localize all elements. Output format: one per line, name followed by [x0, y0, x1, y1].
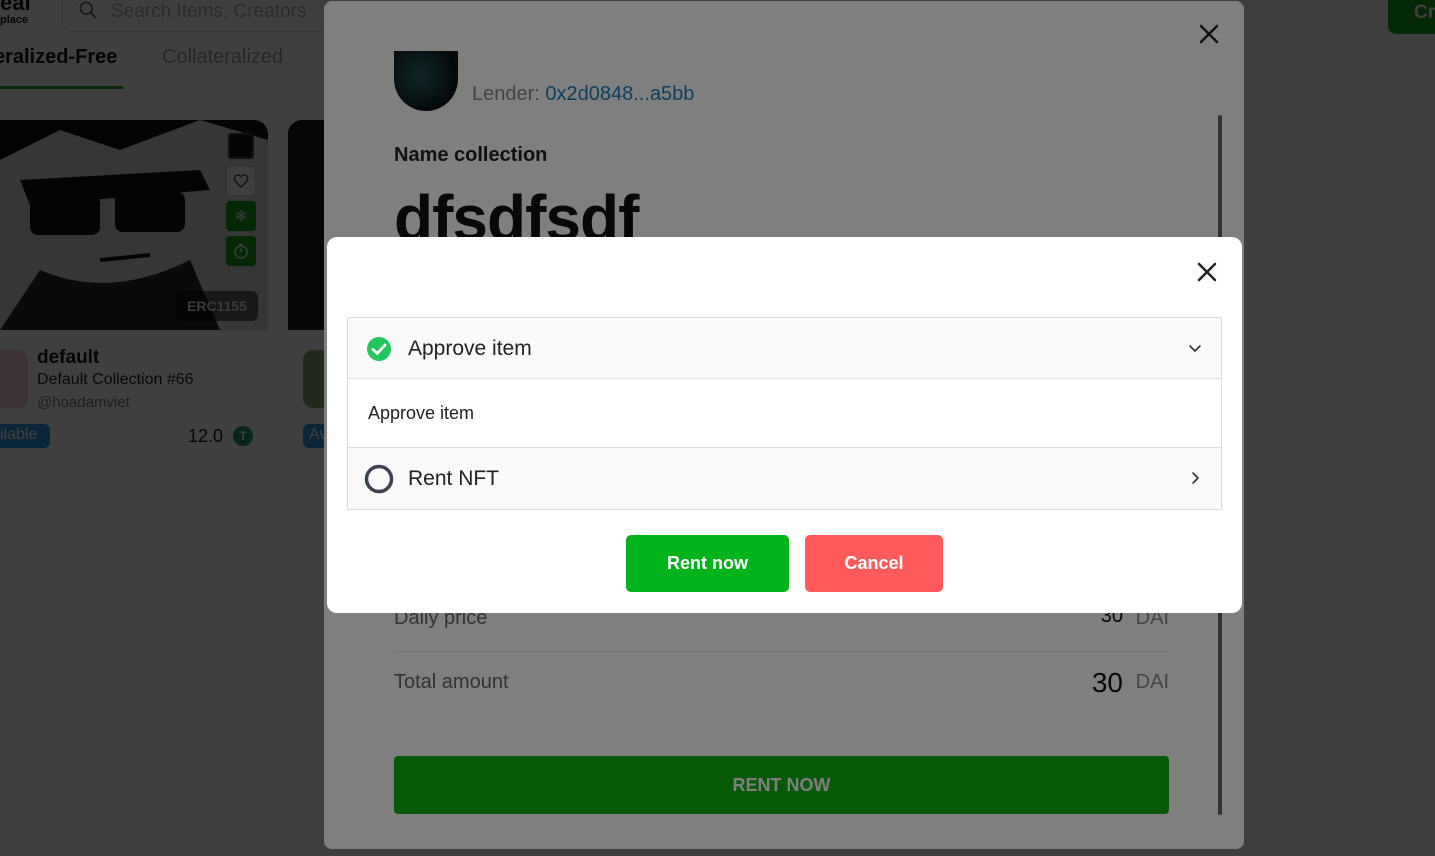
rent-confirm-dialog: Approve item Approve item Rent NFT Rent … — [327, 237, 1242, 613]
steps-accordion: Approve item Approve item Rent NFT — [347, 317, 1222, 510]
step-approve-header[interactable]: Approve item — [348, 318, 1221, 379]
chevron-right-icon — [1192, 472, 1199, 484]
check-circle-icon — [367, 337, 391, 361]
step-approve-body: Approve item — [348, 379, 1221, 448]
cancel-button[interactable]: Cancel — [805, 535, 943, 592]
chevron-down-icon — [1189, 345, 1201, 352]
step-rent-header[interactable]: Rent NFT — [348, 448, 1221, 509]
rent-now-button[interactable]: Rent now — [626, 535, 789, 592]
pending-circle-icon — [364, 464, 394, 494]
close-icon[interactable] — [1196, 261, 1218, 283]
step-rent-label: Rent NFT — [408, 467, 500, 490]
step-approve-description: Approve item — [368, 403, 475, 423]
step-approve-label: Approve item — [408, 337, 532, 360]
